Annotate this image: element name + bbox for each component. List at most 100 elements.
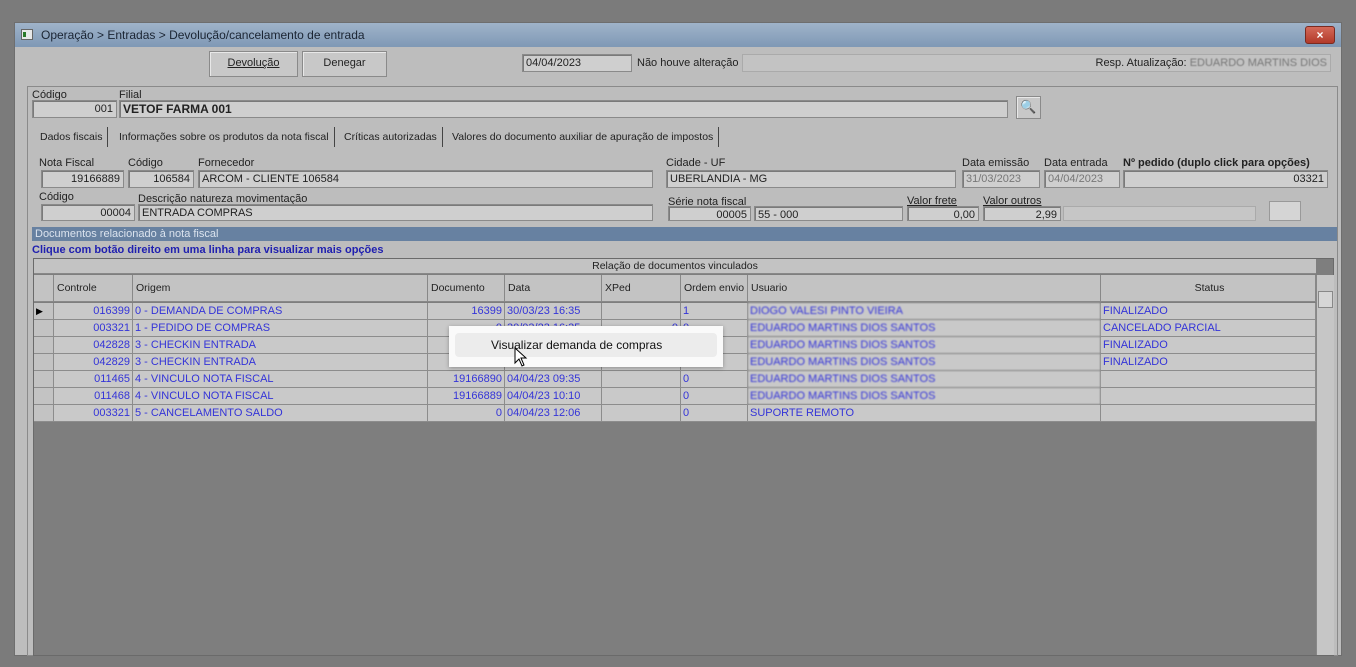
column-header-usuario[interactable]: Usuario [748,275,1101,302]
cell-controle[interactable]: 003321 [54,405,133,422]
search-icon: 🔍 [1020,99,1037,114]
pedido-field[interactable]: 03321 [1123,170,1328,188]
cell-controle[interactable]: 042829 [54,354,133,371]
cell-data[interactable]: 30/03/23 16:35 [505,303,602,320]
column-header-origem[interactable]: Origem [133,275,428,302]
cell-status[interactable]: FINALIZADO [1101,303,1316,320]
menu-item-visualizar-demanda[interactable]: Visualizar demanda de compras [455,333,717,357]
resp-field: Resp. Atualização: EDUARDO MARTINS DIOS [742,54,1331,72]
pedido-label: Nº pedido (duplo click para opções) [1123,157,1310,169]
fornecedor-field: ARCOM - CLIENTE 106584 [198,170,653,188]
codigo-field[interactable]: 001 [32,100,117,118]
cell-xped[interactable] [602,405,681,422]
natureza-field: ENTRADA COMPRAS [138,204,653,221]
cell-status[interactable]: CANCELADO PARCIAL [1101,320,1316,337]
cell-controle[interactable]: 011465 [54,371,133,388]
cell-data[interactable]: 04/04/23 10:10 [505,388,602,405]
tab-valores-documento[interactable]: Valores do documento auxiliar de apuraçã… [447,127,720,147]
fornecedor-label: Fornecedor [198,157,255,169]
serie-field: 55 - 000 [754,206,903,221]
serie-codigo-field: 00005 [668,206,751,221]
grid-title: Relação de documentos vinculados [34,259,1316,274]
resp-value: EDUARDO MARTINS DIOS [1189,57,1327,69]
cell-xped[interactable] [602,303,681,320]
row-indicator[interactable] [34,337,54,354]
cell-ordem-envio[interactable]: 1 [681,303,748,320]
cell-usuario[interactable]: EDUARDO MARTINS DIOS SANTOS [748,371,1101,388]
cell-controle[interactable]: 016399 [54,303,133,320]
search-button[interactable]: 🔍 [1016,96,1041,119]
cell-usuario[interactable]: EDUARDO MARTINS DIOS SANTOS [748,354,1101,371]
cell-ordem-envio[interactable]: 0 [681,405,748,422]
cell-documento[interactable]: 19166890 [428,371,505,388]
nota-fiscal-label: Nota Fiscal [39,157,95,169]
row-indicator[interactable] [34,320,54,337]
row-indicator[interactable] [34,354,54,371]
calculator-icon[interactable] [1269,201,1301,221]
data-entrada-field: 04/04/2023 [1044,170,1120,188]
cell-data[interactable]: 04/04/23 12:06 [505,405,602,422]
progress-bar [1063,206,1256,221]
cell-ordem-envio[interactable]: 0 [681,388,748,405]
column-header-data[interactable]: Data [505,275,602,302]
column-header-status[interactable]: Status [1101,275,1316,302]
cell-origem[interactable]: 4 - VINCULO NOTA FISCAL [133,371,428,388]
column-header-documento[interactable]: Documento [428,275,505,302]
cell-controle[interactable]: 042828 [54,337,133,354]
cell-usuario[interactable]: DIOGO VALESI PINTO VIEIRA [748,303,1101,320]
cell-status[interactable]: FINALIZADO [1101,337,1316,354]
cell-origem[interactable]: 3 - CHECKIN ENTRADA [133,354,428,371]
cell-controle[interactable]: 011468 [54,388,133,405]
scrollbar-thumb[interactable] [1318,291,1333,308]
cell-origem[interactable]: 1 - PEDIDO DE COMPRAS [133,320,428,337]
cell-xped[interactable] [602,371,681,388]
devolucao-button[interactable]: Devolução [209,51,298,77]
cell-origem[interactable]: 0 - DEMANDA DE COMPRAS [133,303,428,320]
change-status: Não houve alteração [637,57,739,69]
column-header-ordem-envio[interactable]: Ordem envio [681,275,748,302]
data-emissao-field: 31/03/2023 [962,170,1040,188]
cell-documento[interactable]: 0 [428,405,505,422]
cell-status[interactable] [1101,371,1316,388]
cell-usuario[interactable]: EDUARDO MARTINS DIOS SANTOS [748,388,1101,405]
denegar-button[interactable]: Denegar [302,51,387,77]
cell-status[interactable]: FINALIZADO [1101,354,1316,371]
filial-field[interactable]: VETOF FARMA 001 [119,100,1008,118]
outros-field: 2,99 [983,206,1061,221]
natureza-codigo-label: Código [39,191,74,203]
tab-informacoes-produtos[interactable]: Informações sobre os produtos da nota fi… [114,127,335,147]
cell-status[interactable] [1101,388,1316,405]
cell-origem[interactable]: 4 - VINCULO NOTA FISCAL [133,388,428,405]
cell-documento[interactable]: 16399 [428,303,505,320]
cidade-field: UBERLANDIA - MG [666,170,956,188]
documents-grid: Relação de documentos vinculados Control… [33,258,1334,656]
date-field: 04/04/2023 [522,54,632,72]
nota-fiscal-field: 19166889 [41,170,124,188]
close-button[interactable]: × [1305,26,1335,44]
fornecedor-codigo-label: Código [128,157,163,169]
row-indicator[interactable] [34,388,54,405]
fornecedor-codigo-field: 106584 [128,170,194,188]
cell-usuario[interactable]: EDUARDO MARTINS DIOS SANTOS [748,337,1101,354]
cell-data[interactable]: 04/04/23 09:35 [505,371,602,388]
tab-dados-fiscais[interactable]: Dados fiscais [35,127,109,147]
cell-usuario[interactable]: EDUARDO MARTINS DIOS SANTOS [748,320,1101,337]
cell-controle[interactable]: 003321 [54,320,133,337]
vertical-scrollbar[interactable] [1316,275,1334,655]
cell-origem[interactable]: 3 - CHECKIN ENTRADA [133,337,428,354]
column-header-controle[interactable]: Controle [54,275,133,302]
cell-usuario[interactable]: SUPORTE REMOTO [748,405,1101,422]
cell-xped[interactable] [602,388,681,405]
tab-criticas[interactable]: Críticas autorizadas [339,127,443,147]
devolucao-label: Devolução [227,57,280,69]
cell-ordem-envio[interactable]: 0 [681,371,748,388]
column-header-xped[interactable]: XPed [602,275,681,302]
row-indicator[interactable]: ▶ [34,303,54,320]
app-icon [21,29,33,40]
data-emissao-label: Data emissão [962,157,1030,169]
cell-origem[interactable]: 5 - CANCELAMENTO SALDO [133,405,428,422]
row-indicator[interactable] [34,371,54,388]
cell-status[interactable] [1101,405,1316,422]
row-indicator[interactable] [34,405,54,422]
cell-documento[interactable]: 19166889 [428,388,505,405]
